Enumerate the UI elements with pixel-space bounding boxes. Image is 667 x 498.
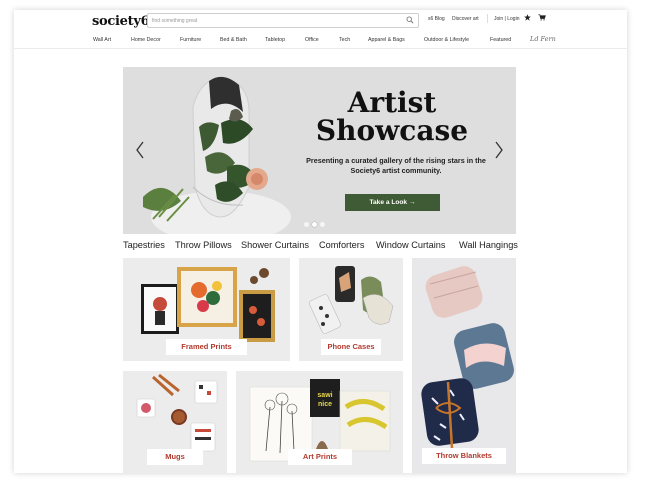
- search-bar[interactable]: [147, 13, 419, 28]
- search-input[interactable]: [148, 14, 404, 27]
- phone-cases-label[interactable]: Phone Cases: [321, 339, 381, 355]
- nav-furniture[interactable]: Furniture: [180, 37, 201, 43]
- category-window-curtains[interactable]: Window Curtains: [376, 240, 445, 250]
- discover-art-link[interactable]: Discover art: [452, 16, 479, 22]
- carousel-dot-1[interactable]: [304, 222, 309, 227]
- framed-prints-label[interactable]: Framed Prints: [166, 339, 247, 355]
- cart-icon[interactable]: [538, 14, 546, 21]
- carousel-prev-arrow-icon[interactable]: [135, 140, 145, 160]
- hero-subtitle: Presenting a curated gallery of the risi…: [306, 156, 486, 175]
- header-divider-line: [14, 48, 627, 49]
- mugs-tile[interactable]: Mugs: [123, 371, 227, 473]
- carousel-dots: [304, 222, 325, 227]
- carousel-dot-2[interactable]: [312, 222, 317, 227]
- art-prints-label[interactable]: Art Prints: [288, 449, 352, 465]
- throw-blankets-tile[interactable]: Throw Blankets: [412, 258, 516, 473]
- take-a-look-button[interactable]: Take a Look →: [345, 194, 440, 211]
- society6-logo[interactable]: society6: [92, 14, 150, 29]
- category-throw-pillows[interactable]: Throw Pillows: [175, 240, 232, 250]
- carousel-dot-3[interactable]: [320, 222, 325, 227]
- framed-prints-tile[interactable]: Framed Prints: [123, 258, 290, 361]
- category-shower-curtains[interactable]: Shower Curtains: [241, 240, 309, 250]
- nav-tabletop[interactable]: Tabletop: [265, 37, 285, 43]
- throw-blankets-label[interactable]: Throw Blankets: [422, 448, 506, 464]
- search-icon[interactable]: [406, 16, 414, 24]
- throw-blankets-image: [412, 258, 516, 473]
- nav-signature[interactable]: Ld Fern: [530, 35, 556, 43]
- hero-title: Artist Showcase: [315, 86, 469, 147]
- nav-featured[interactable]: Featured: [490, 37, 511, 43]
- nav-office[interactable]: Office: [305, 37, 319, 43]
- nav-tech[interactable]: Tech: [339, 37, 350, 43]
- mugs-label[interactable]: Mugs: [147, 449, 203, 465]
- join-login-link[interactable]: Join | Login: [494, 16, 519, 22]
- star-icon[interactable]: [524, 14, 531, 21]
- category-tapestries[interactable]: Tapestries: [123, 240, 165, 250]
- hero-collage-image: [123, 67, 323, 234]
- header-divider: [487, 14, 488, 23]
- category-comforters[interactable]: Comforters: [319, 240, 364, 250]
- nav-home-decor[interactable]: Home Decor: [131, 37, 161, 43]
- svg-text:sawi: sawi: [317, 392, 332, 399]
- svg-text:nice: nice: [318, 401, 332, 408]
- nav-bed-bath[interactable]: Bed & Bath: [220, 37, 247, 43]
- category-wall-hangings[interactable]: Wall Hangings: [459, 240, 518, 250]
- nav-wall-art[interactable]: Wall Art: [93, 37, 111, 43]
- phone-cases-tile[interactable]: Phone Cases: [299, 258, 403, 361]
- nav-outdoor-lifestyle[interactable]: Outdoor & Lifestyle: [424, 37, 469, 43]
- browser-page: society6 s6 Blog Discover art Join | Log…: [14, 10, 627, 473]
- hero-banner[interactable]: Artist Showcase Presenting a curated gal…: [123, 67, 516, 234]
- nav-apparel-bags[interactable]: Apparel & Bags: [368, 37, 405, 43]
- blog-link[interactable]: s6 Blog: [428, 16, 445, 22]
- art-prints-tile[interactable]: sawi nice Art Prints: [236, 371, 403, 473]
- carousel-next-arrow-icon[interactable]: [494, 140, 504, 160]
